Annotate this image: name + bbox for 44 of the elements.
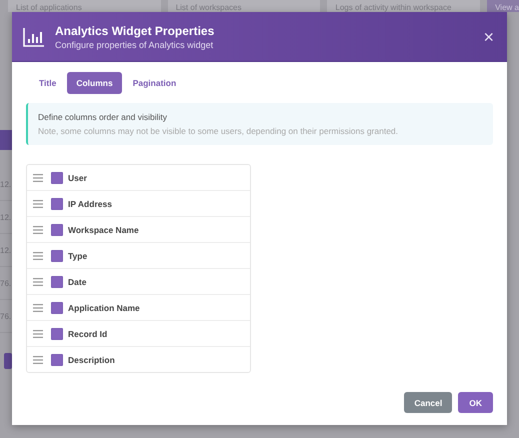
drag-handle-icon[interactable] [33,252,43,260]
column-row[interactable]: Description [27,346,250,372]
column-row[interactable]: Workspace Name [27,216,250,242]
cancel-button[interactable]: Cancel [404,392,452,413]
close-button[interactable]: × [483,28,494,46]
column-label: Record Id [68,328,108,338]
info-heading: Define columns order and visibility [38,112,168,122]
column-row[interactable]: User [27,165,250,190]
column-row[interactable]: Record Id [27,320,250,346]
bar-chart-icon [23,26,45,46]
drag-handle-icon[interactable] [33,330,43,338]
checkbox[interactable] [51,328,63,340]
drag-handle-icon[interactable] [33,356,43,364]
tab[interactable]: Title [32,72,64,94]
info-note: Note, some columns may not be visible to some users, depending on their permissions granted. [38,126,400,136]
dialog-subtitle: Configure properties of Analytics widget [55,40,214,50]
column-label: Application Name [68,302,140,312]
checkbox[interactable] [51,224,63,236]
column-label: User [68,172,87,182]
column-row[interactable]: IP Address [27,190,250,216]
column-label: Type [68,250,88,260]
checkbox[interactable] [51,172,63,184]
checkbox[interactable] [51,250,63,262]
checkbox[interactable] [51,276,63,288]
column-label: IP Address [68,198,112,208]
tab[interactable]: Pagination [126,72,184,94]
drag-handle-icon[interactable] [33,304,43,312]
checkbox[interactable] [51,302,63,314]
checkbox[interactable] [51,198,63,210]
drag-handle-icon[interactable] [33,174,43,182]
drag-handle-icon[interactable] [33,226,43,234]
dialog-title: Analytics Widget Properties [55,24,216,38]
column-label: Date [68,276,86,286]
column-label: Description [68,354,115,364]
column-row[interactable]: Application Name [27,294,250,320]
column-row[interactable]: Date [27,268,250,294]
checkbox[interactable] [51,354,63,366]
ok-button[interactable]: OK [458,392,493,413]
drag-handle-icon[interactable] [33,200,43,208]
card-title: View a [495,3,519,12]
column-row[interactable]: Type [27,242,250,268]
drag-handle-icon[interactable] [33,278,43,286]
column-label: Workspace Name [68,224,139,234]
tab[interactable]: Columns [67,72,122,94]
